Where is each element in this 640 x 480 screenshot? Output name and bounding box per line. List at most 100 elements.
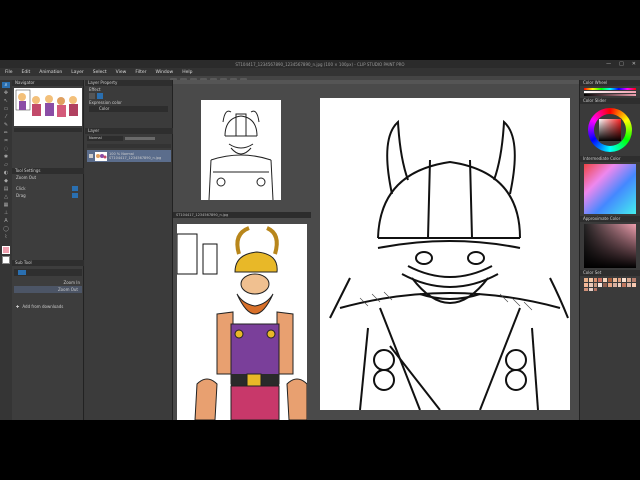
menu-layer[interactable]: Layer xyxy=(71,70,84,75)
maximize-button[interactable]: □ xyxy=(619,61,624,67)
opacity-slider[interactable] xyxy=(125,137,155,140)
main-canvas[interactable] xyxy=(320,98,570,410)
border-effect-icon[interactable] xyxy=(89,93,95,99)
intermediate-grid[interactable] xyxy=(584,164,636,214)
swatch[interactable] xyxy=(593,287,598,292)
menu-bar: File Edit Animation Layer Select View Fi… xyxy=(0,68,640,76)
decoration-tool-icon[interactable]: ✱ xyxy=(2,154,10,160)
sub-canvas-tab[interactable]: ST104417_1234567890_n.jpg xyxy=(173,212,311,218)
fill-tool-icon[interactable]: ◆ xyxy=(2,178,10,184)
menu-animation[interactable]: Animation xyxy=(39,70,62,75)
expression-color-select[interactable]: Color xyxy=(89,106,168,112)
tool-settings-title: Tool Settings xyxy=(15,168,41,173)
swatch[interactable] xyxy=(627,278,631,282)
swatch[interactable] xyxy=(612,282,617,287)
color-effect-icon[interactable] xyxy=(97,93,103,99)
swatch[interactable] xyxy=(622,282,627,287)
layer-column: Layer Property Effect Expression color C… xyxy=(85,80,173,420)
blend-mode-select[interactable]: Normal xyxy=(87,136,123,141)
swatch[interactable] xyxy=(584,287,588,292)
navigator-thumbnail[interactable] xyxy=(14,88,82,126)
main-canvas-area xyxy=(311,80,579,420)
add-downloads-row[interactable]: ✚ Add from downloads xyxy=(12,303,84,310)
swatch[interactable] xyxy=(607,278,612,282)
menu-help[interactable]: Help xyxy=(182,70,192,75)
blend-tool-icon[interactable]: ◐ xyxy=(2,170,10,176)
eraser-tool-icon[interactable]: ▱ xyxy=(2,162,10,168)
zoom-out-row: Zoom Out xyxy=(12,174,84,181)
text-tool-icon[interactable]: A xyxy=(2,218,10,224)
swatch[interactable] xyxy=(598,282,603,287)
swatch[interactable] xyxy=(588,282,593,287)
swatch[interactable] xyxy=(631,278,636,282)
layer-toolbar xyxy=(87,144,171,148)
approximate-header: Approximate Color xyxy=(580,216,640,222)
sub-color-swatch[interactable] xyxy=(2,256,10,264)
swatch[interactable] xyxy=(588,278,593,282)
saturation-bar[interactable] xyxy=(584,91,636,93)
zoom-subtool-item[interactable] xyxy=(14,269,82,276)
swatch[interactable] xyxy=(593,282,598,287)
swatch[interactable] xyxy=(622,278,627,282)
click-row[interactable]: Click xyxy=(12,185,84,192)
airbrush-tool-icon[interactable]: ◌ xyxy=(2,146,10,152)
color-wheel[interactable] xyxy=(580,104,640,156)
hue-bar[interactable] xyxy=(584,88,636,90)
approximate-grid[interactable] xyxy=(584,224,636,268)
pencil-tool-icon[interactable]: ✏ xyxy=(2,130,10,136)
ruler-tool-icon[interactable]: ⊥ xyxy=(2,210,10,216)
menu-edit[interactable]: Edit xyxy=(22,70,31,75)
color-wheel-title: Color Wheel xyxy=(583,80,608,85)
layer-property-title: Layer Property xyxy=(88,80,118,85)
eyedropper-tool-icon[interactable]: ⁄ xyxy=(2,114,10,120)
click-checkbox[interactable] xyxy=(72,186,78,191)
color-set-title: Color Set xyxy=(583,270,602,275)
menu-file[interactable]: File xyxy=(5,70,13,75)
sketch-canvas[interactable] xyxy=(201,100,281,201)
main-color-swatch[interactable] xyxy=(2,246,10,254)
navigator-zoom-slider[interactable] xyxy=(14,128,82,132)
pen-tool-icon[interactable]: ✎ xyxy=(2,122,10,128)
move-tool-icon[interactable]: ✥ xyxy=(2,90,10,96)
swatch[interactable] xyxy=(584,278,588,282)
brush-tool-icon[interactable]: ♒ xyxy=(2,138,10,144)
selection-tool-icon[interactable]: ▭ xyxy=(2,106,10,112)
swatch[interactable] xyxy=(607,282,612,287)
gradient-tool-icon[interactable]: ▤ xyxy=(2,186,10,192)
swatch[interactable] xyxy=(603,278,607,282)
swatch[interactable] xyxy=(617,278,622,282)
figure-tool-icon[interactable]: △ xyxy=(2,194,10,200)
swatch[interactable] xyxy=(598,278,603,282)
operation-tool-icon[interactable]: ↖ xyxy=(2,98,10,104)
clip-studio-window: ST104417_1234567890_1234567890_n.jpg (10… xyxy=(0,60,640,420)
swatch[interactable] xyxy=(584,282,588,287)
swatch[interactable] xyxy=(588,287,593,292)
sv-square[interactable] xyxy=(599,119,621,141)
menu-view[interactable]: View xyxy=(116,70,127,75)
value-bar[interactable] xyxy=(584,94,636,96)
drag-row[interactable]: Drag xyxy=(12,192,84,199)
layer-row[interactable]: 100 % Normal ST104417_1234567890_n.jpg xyxy=(87,150,171,162)
swatch[interactable] xyxy=(593,278,598,282)
close-button[interactable]: ✕ xyxy=(632,61,636,67)
menu-window[interactable]: Window xyxy=(155,70,173,75)
balloon-tool-icon[interactable]: ◯ xyxy=(2,226,10,232)
color-panels: Color Wheel Color Slider Intermediate Co… xyxy=(579,80,640,420)
menu-select[interactable]: Select xyxy=(93,70,107,75)
correct-line-tool-icon[interactable]: ⌇ xyxy=(2,234,10,240)
zoom-tool-icon[interactable]: ⌕ xyxy=(2,82,10,88)
minimize-button[interactable]: — xyxy=(606,61,611,67)
menu-filter[interactable]: Filter xyxy=(135,70,146,75)
drag-checkbox[interactable] xyxy=(72,193,78,198)
expression-color-row: Expression color xyxy=(85,99,172,106)
zoom-out-item[interactable]: Zoom Out xyxy=(14,286,82,293)
swatch[interactable] xyxy=(612,278,617,282)
reference-canvas[interactable] xyxy=(177,224,307,420)
swatch[interactable] xyxy=(603,282,607,287)
zoom-in-item[interactable]: Zoom In xyxy=(12,279,84,286)
swatch[interactable] xyxy=(631,282,636,287)
swatch[interactable] xyxy=(617,282,622,287)
eye-icon[interactable] xyxy=(89,154,93,158)
frame-tool-icon[interactable]: ▦ xyxy=(2,202,10,208)
swatch[interactable] xyxy=(627,282,631,287)
